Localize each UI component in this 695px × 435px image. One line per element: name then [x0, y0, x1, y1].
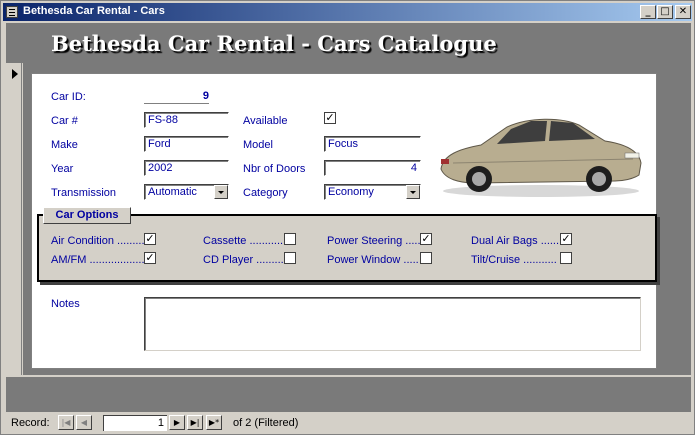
current-record-arrow-icon: [12, 69, 18, 79]
model-label: Model: [243, 139, 273, 151]
record-count: of 2 (Filtered): [233, 417, 299, 429]
make-label: Make: [51, 139, 78, 151]
cd-player-checkbox[interactable]: [284, 252, 296, 264]
year-label: Year: [51, 163, 74, 175]
notes-label: Notes: [51, 298, 80, 310]
form-icon[interactable]: [6, 6, 18, 18]
car-number-field[interactable]: FS-88: [144, 112, 229, 128]
am-fm-checkbox[interactable]: ✓: [144, 252, 156, 264]
power-window-checkbox[interactable]: [420, 252, 432, 264]
car-options-group: [37, 214, 657, 282]
option-label-power-steering: Power Steering .....: [327, 235, 421, 247]
option-label-cd-player: CD Player ..........: [203, 254, 287, 266]
form-footer: [6, 377, 691, 412]
available-label: Available: [243, 115, 288, 127]
option-label-am-fm: AM/FM ..................: [51, 254, 145, 266]
option-label-dual-air-bags: Dual Air Bags ......: [471, 235, 560, 247]
first-record-button[interactable]: |◀: [58, 415, 74, 430]
current-record-input[interactable]: 1: [103, 415, 167, 431]
dual-air-bags-checkbox[interactable]: ✓: [560, 233, 572, 245]
record-selector[interactable]: [6, 63, 22, 375]
car-photo: [433, 111, 645, 201]
option-label-power-window: Power Window .....: [327, 254, 419, 266]
form-header: Bethesda Car Rental - Cars Catalogue: [6, 23, 691, 63]
transmission-dropdown-icon[interactable]: [214, 185, 228, 199]
transmission-value: Automatic: [148, 186, 197, 198]
cassette-checkbox[interactable]: [284, 233, 296, 245]
model-field[interactable]: Focus: [324, 136, 421, 152]
transmission-label: Transmission: [51, 187, 116, 199]
maximize-button[interactable]: □: [657, 5, 673, 19]
car-number-label: Car #: [51, 115, 78, 127]
category-value: Economy: [328, 186, 374, 198]
record-navigation-bar: Record: |◀ ◀ 1 ▶ ▶| ▶* of 2 (Filtered): [6, 413, 691, 433]
car-id-value: 9: [202, 90, 209, 102]
category-label: Category: [243, 187, 288, 199]
last-record-button[interactable]: ▶|: [187, 415, 203, 430]
year-field[interactable]: 2002: [144, 160, 229, 176]
new-record-button[interactable]: ▶*: [206, 415, 222, 430]
category-dropdown-icon[interactable]: [406, 185, 420, 199]
make-field[interactable]: Ford: [144, 136, 229, 152]
car-id-underline: [144, 103, 209, 104]
previous-record-button[interactable]: ◀: [76, 415, 92, 430]
title-bar: Bethesda Car Rental - Cars _ □ ✕: [3, 3, 692, 21]
option-label-cassette: Cassette ............: [203, 235, 287, 247]
tilt-cruise-checkbox[interactable]: [560, 252, 572, 264]
next-record-button[interactable]: ▶: [169, 415, 185, 430]
window-title: Bethesda Car Rental - Cars: [23, 5, 165, 17]
app-window: Bethesda Car Rental - Cars _ □ ✕ Bethesd…: [0, 0, 695, 435]
air-condition-checkbox[interactable]: ✓: [144, 233, 156, 245]
available-checkbox[interactable]: ✓: [324, 112, 336, 124]
category-combo[interactable]: Economy: [324, 184, 421, 200]
power-steering-checkbox[interactable]: ✓: [420, 233, 432, 245]
doors-field[interactable]: 4: [324, 160, 421, 176]
option-label-tilt-cruise: Tilt/Cruise ...........: [471, 254, 557, 266]
close-button[interactable]: ✕: [675, 5, 691, 19]
minimize-button[interactable]: _: [640, 5, 656, 19]
transmission-combo[interactable]: Automatic: [144, 184, 229, 200]
car-id-label: Car ID:: [51, 91, 86, 103]
car-options-tab[interactable]: Car Options: [43, 207, 131, 224]
notes-field[interactable]: [144, 297, 641, 351]
page-title: Bethesda Car Rental - Cars Catalogue: [51, 31, 497, 56]
doors-label: Nbr of Doors: [243, 163, 306, 175]
record-label: Record:: [11, 417, 50, 429]
option-label-air-condition: Air Condition .........: [51, 235, 145, 247]
